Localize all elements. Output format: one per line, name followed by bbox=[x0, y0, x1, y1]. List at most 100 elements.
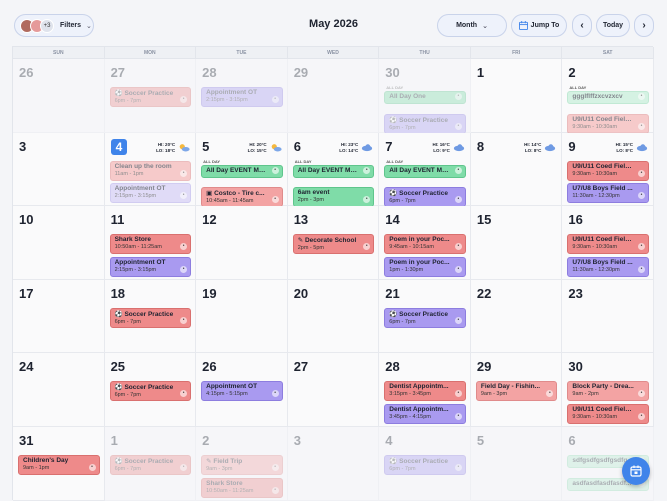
calendar-event[interactable]: All Day EVENT MU... • bbox=[292, 164, 375, 178]
day-cell[interactable]: 12 bbox=[196, 206, 288, 280]
calendar-event[interactable]: 6am event 2pm - 3pm • bbox=[292, 187, 375, 208]
day-number[interactable]: 18 bbox=[111, 286, 125, 301]
day-cell[interactable]: 16 U9/U11 Coed Field... 9:30am - 10:30am • U… bbox=[562, 206, 654, 280]
day-cell[interactable]: 29 Field Day - Fishin... 9am - 3pm • bbox=[470, 353, 563, 427]
day-cell[interactable]: 27 bbox=[287, 353, 380, 427]
day-number[interactable]: 27 bbox=[111, 65, 125, 80]
day-cell[interactable]: 24 bbox=[13, 353, 105, 427]
day-number[interactable]: 19 bbox=[202, 286, 216, 301]
calendar-event[interactable]: ⚽ Soccer Practice 6pm - 7pm • bbox=[384, 455, 466, 475]
calendar-event[interactable]: ⚽ Soccer Practice 6pm - 7pm • bbox=[109, 307, 192, 328]
day-cell[interactable]: 15 bbox=[470, 206, 563, 280]
day-number[interactable]: 15 bbox=[477, 212, 491, 227]
day-number[interactable]: 29 bbox=[294, 65, 308, 80]
calendar-event[interactable]: Poem in your Poc... 1pm - 1:30pm • bbox=[384, 256, 466, 277]
today-day-number[interactable]: 4 bbox=[110, 138, 128, 155]
day-number[interactable]: 2 bbox=[202, 433, 209, 448]
day-cell[interactable]: 28 Dentist Appointm... 3:15pm - 3:45pm • Den… bbox=[379, 353, 471, 427]
day-cell[interactable]: 25 ⚽ Soccer Practice 6pm - 7pm • bbox=[104, 353, 197, 427]
day-cell[interactable]: 1 ⚽ Soccer Practice 6pm - 7pm • bbox=[104, 427, 197, 501]
day-number[interactable]: 1 bbox=[477, 65, 484, 80]
day-number[interactable]: 20 bbox=[294, 286, 308, 301]
day-cell[interactable]: 27 ⚽ Soccer Practice 6pm - 7pm • bbox=[104, 59, 197, 133]
day-number[interactable]: 24 bbox=[19, 359, 33, 374]
day-number[interactable]: 9 bbox=[568, 139, 575, 154]
calendar-event[interactable]: ggglflffzxcvzxcv • bbox=[567, 91, 649, 104]
calendar-event[interactable]: Dentist Appointm... 3:45pm - 4:15pm • bbox=[384, 403, 466, 424]
day-number[interactable]: 13 bbox=[294, 212, 308, 227]
day-cell[interactable]: 20 bbox=[287, 279, 380, 354]
day-number[interactable]: 23 bbox=[568, 286, 582, 301]
calendar-event[interactable]: Shark Store 10:50am - 11:25am • bbox=[201, 477, 283, 498]
day-number[interactable]: 6 bbox=[294, 139, 301, 154]
day-cell[interactable]: 22 bbox=[470, 279, 563, 354]
day-cell[interactable]: 11 Shark Store 10:50am - 11:25am • Appointme… bbox=[104, 206, 197, 280]
calendar-event[interactable]: Shark Store 10:50am - 11:25am • bbox=[109, 234, 192, 255]
add-event-button[interactable] bbox=[622, 457, 650, 485]
day-cell[interactable]: 28 Appointment OT 2:15pm - 3:15pm • bbox=[196, 59, 288, 133]
day-number[interactable]: 10 bbox=[19, 212, 33, 227]
calendar-event[interactable]: ⚽ Soccer Practice 6pm - 7pm • bbox=[109, 87, 192, 107]
day-number[interactable]: 17 bbox=[19, 286, 33, 301]
day-number[interactable]: 7 bbox=[385, 139, 392, 154]
calendar-event[interactable]: Field Day - Fishin... 9am - 3pm • bbox=[475, 381, 558, 402]
day-number[interactable]: 14 bbox=[385, 212, 399, 227]
calendar-event[interactable]: Poem in your Poc... 9:45am - 10:15am • bbox=[384, 234, 466, 255]
day-number[interactable]: 28 bbox=[385, 359, 399, 374]
calendar-event[interactable]: U7/U8 Boys Field ... 11:30am - 12:30pm • bbox=[567, 183, 649, 204]
day-cell[interactable]: 30 ALL DAY All Day One • ⚽ Soccer Practice 6p… bbox=[379, 59, 471, 134]
day-cell[interactable]: 4 HI: 20°C LO: 18°C Clean up the room 11am -… bbox=[104, 132, 197, 207]
calendar-event[interactable]: ⚽ Soccer Practice 6pm - 7pm • bbox=[384, 307, 466, 328]
calendar-event[interactable]: Dentist Appointm... 3:15pm - 3:45pm • bbox=[384, 381, 466, 402]
calendar-event[interactable]: ⚽ Soccer Practice 6pm - 7pm • bbox=[384, 113, 466, 134]
day-number[interactable]: 6 bbox=[568, 433, 575, 448]
day-number[interactable]: 25 bbox=[111, 359, 125, 374]
calendar-event[interactable]: U9/U11 Coed Field... 9:30am - 10:30am • bbox=[567, 403, 649, 424]
day-number[interactable]: 26 bbox=[202, 359, 216, 374]
day-number[interactable]: 1 bbox=[111, 433, 118, 448]
calendar-event[interactable]: Children's Day 9am - 1pm • bbox=[18, 455, 100, 475]
day-cell[interactable]: 30 Block Party - Drea... 9am - 2pm • U9/U11 … bbox=[562, 353, 654, 427]
day-cell[interactable]: 17 bbox=[13, 279, 105, 354]
day-number[interactable]: 22 bbox=[477, 286, 491, 301]
day-cell[interactable]: 7 HI: 16°C LO: 9°C ALL DAY All Day EVENT MU.… bbox=[379, 132, 471, 208]
day-number[interactable]: 8 bbox=[477, 139, 484, 154]
day-cell[interactable]: 2 ALL DAY ggglflffzxcvzxcv • U9/U11 Coed Fie… bbox=[562, 59, 654, 134]
day-cell[interactable]: 31 Children's Day 9am - 1pm • bbox=[13, 427, 105, 501]
today-button[interactable]: Today bbox=[596, 14, 630, 37]
calendar-event[interactable]: All Day EVENT MU... • bbox=[384, 164, 466, 178]
jump-to-button[interactable]: Jump To bbox=[511, 14, 567, 37]
day-cell[interactable]: 4 ⚽ Soccer Practice 6pm - 7pm • bbox=[379, 427, 471, 501]
calendar-event[interactable]: All Day One • bbox=[384, 91, 466, 104]
day-number[interactable]: 27 bbox=[294, 359, 308, 374]
filters-button[interactable]: +3 Filters ⌄ bbox=[14, 14, 94, 37]
day-cell[interactable]: 2 ✎ Field Trip 9am - 3pm • Shark Store 10:50a… bbox=[196, 427, 288, 501]
day-cell[interactable]: 18 ⚽ Soccer Practice 6pm - 7pm • bbox=[104, 279, 197, 354]
day-cell[interactable]: 23 bbox=[562, 279, 654, 354]
day-number[interactable]: 5 bbox=[477, 433, 484, 448]
calendar-event[interactable]: Appointment OT 4:15pm - 5:15pm • bbox=[201, 381, 283, 402]
day-number[interactable]: 4 bbox=[385, 433, 392, 448]
day-number[interactable]: 30 bbox=[385, 65, 399, 80]
day-cell[interactable]: 29 bbox=[287, 59, 380, 133]
day-number[interactable]: 3 bbox=[294, 433, 301, 448]
day-cell[interactable]: 19 bbox=[196, 279, 288, 354]
day-cell[interactable]: 10 bbox=[13, 206, 105, 280]
calendar-event[interactable]: U9/U11 Coed Field... 9:30am - 10:30am • bbox=[567, 234, 649, 255]
day-cell[interactable]: 26 Appointment OT 4:15pm - 5:15pm • bbox=[196, 353, 288, 427]
day-cell[interactable]: 5 HI: 20°C LO: 15°C ALL DAY All Day EVENT MU… bbox=[196, 132, 288, 208]
view-select[interactable]: Month ⌄ bbox=[437, 14, 507, 37]
day-number[interactable]: 2 bbox=[568, 65, 575, 80]
day-cell[interactable]: 21 ⚽ Soccer Practice 6pm - 7pm • bbox=[379, 279, 471, 354]
next-month-button[interactable]: › bbox=[634, 14, 654, 37]
calendar-event[interactable]: Appointment OT 2:15pm - 3:15pm • bbox=[109, 183, 192, 204]
calendar-event[interactable]: Block Party - Drea... 9am - 2pm • bbox=[567, 381, 649, 402]
calendar-event[interactable]: ▣ Costco - Tire c... 10:45am - 11:45am • bbox=[201, 187, 283, 208]
day-number[interactable]: 21 bbox=[385, 286, 399, 301]
day-number[interactable]: 31 bbox=[19, 433, 33, 448]
day-number[interactable]: 16 bbox=[568, 212, 582, 227]
calendar-event[interactable]: U7/U8 Boys Field ... 11:30am - 12:30pm • bbox=[567, 256, 649, 277]
day-number[interactable]: 5 bbox=[202, 139, 209, 154]
calendar-event[interactable]: ✎ Field Trip 9am - 3pm • bbox=[201, 455, 283, 475]
day-cell[interactable]: 1 bbox=[470, 59, 563, 133]
